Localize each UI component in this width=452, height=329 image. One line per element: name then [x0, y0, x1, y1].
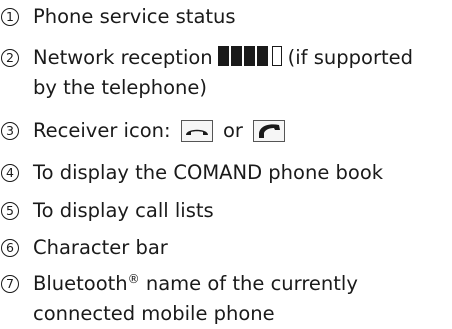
item-text-after: name of the currently — [145, 272, 358, 295]
item-text: Phone service status — [33, 5, 236, 28]
signal-bar — [217, 46, 229, 66]
item-text-line2: connected mobile phone — [33, 302, 275, 325]
item-text-before: Network reception — [33, 46, 213, 69]
item-text-mid: or — [222, 119, 243, 142]
signal-strength-icon — [217, 46, 282, 66]
registered-mark: ® — [127, 272, 140, 286]
item-text-line2: by the telephone) — [33, 76, 208, 99]
item-text: To display call lists — [33, 199, 214, 222]
item-text: Network reception (if supported by the te… — [33, 43, 413, 103]
item-number-badge: 3 — [1, 122, 19, 140]
item-text-before: Bluetooth — [33, 272, 128, 295]
item-text: Receiver icon: or — [33, 116, 289, 146]
receiver-hung-up-icon — [180, 120, 213, 142]
item-number-badge: 5 — [1, 202, 19, 220]
item-text-after: (if supported — [287, 46, 413, 69]
numbered-legend: 1 Phone service status 2 Network recepti… — [0, 0, 452, 325]
receiver-lifted-icon — [253, 120, 286, 142]
item-number-badge: 6 — [1, 239, 19, 257]
item-text: Character bar — [33, 236, 168, 259]
signal-bar — [230, 46, 242, 66]
item-number-badge: 4 — [1, 164, 19, 182]
item-text-before: Receiver icon: — [33, 119, 171, 142]
signal-bar — [243, 46, 255, 66]
signal-bar-empty — [271, 46, 282, 66]
signal-bar — [256, 46, 268, 66]
item-number-badge: 2 — [1, 49, 19, 67]
item-number-badge: 1 — [1, 8, 19, 26]
item-text: To display the COMAND phone book — [33, 161, 384, 184]
item-text: Bluetooth® name of the currently connect… — [33, 269, 358, 329]
item-number-badge: 7 — [1, 275, 19, 293]
